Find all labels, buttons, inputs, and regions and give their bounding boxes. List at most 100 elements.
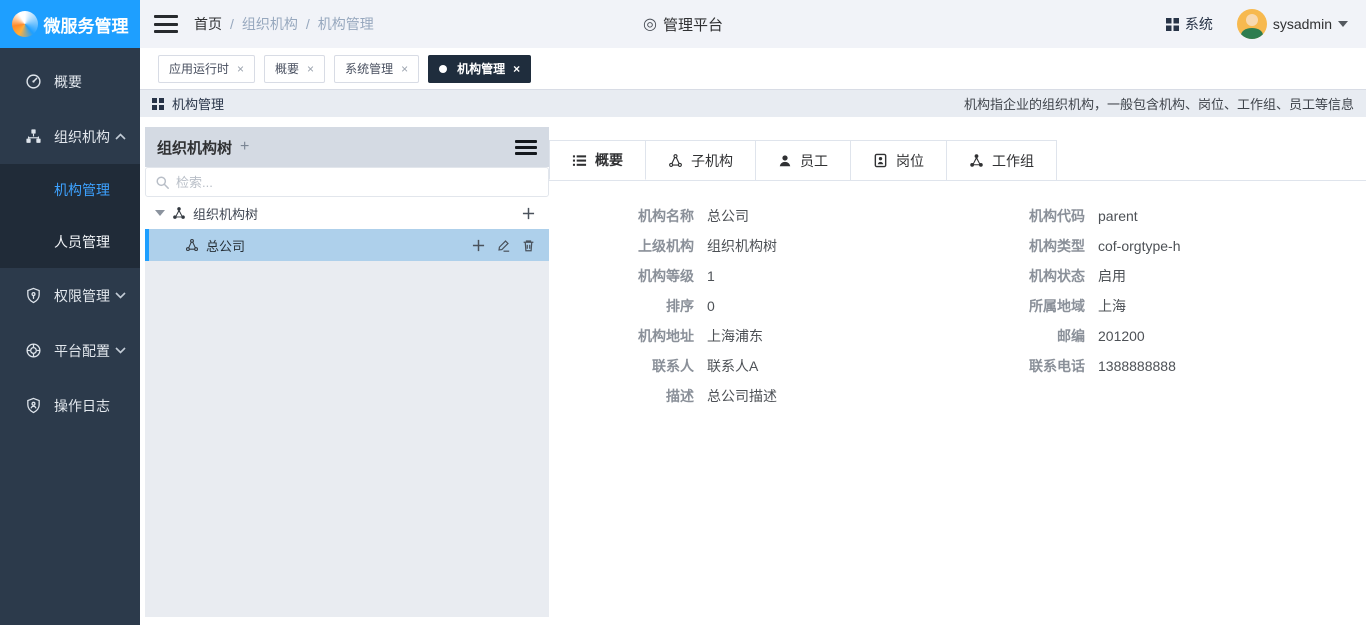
sidebar-item-label: 组织机构	[54, 127, 110, 147]
detail-tab-label: 员工	[800, 151, 828, 171]
grid-icon	[1166, 18, 1179, 31]
org-fields: 机构名称总公司 上级机构组织机构树 机构等级1 排序0 机构地址上海浦东 联系人…	[549, 181, 1366, 411]
org-icon	[668, 153, 683, 168]
tab-org-management[interactable]: 机构管理 ×	[428, 55, 531, 83]
field-value: 总公司	[707, 206, 749, 226]
detail-tabs: 概要 子机构 员工 岗位	[549, 140, 1366, 181]
breadcrumb-level2[interactable]: 机构管理	[318, 14, 374, 34]
system-label: 系统	[1185, 14, 1213, 34]
field-value: 上海	[1098, 296, 1126, 316]
field-label: 上级机构	[574, 236, 694, 256]
breadcrumb-home[interactable]: 首页	[194, 14, 222, 34]
field-value: 联系人A	[707, 356, 758, 376]
close-icon[interactable]: ×	[237, 62, 244, 76]
sidebar-item-platform-config[interactable]: 平台配置	[0, 323, 140, 378]
field-label: 机构名称	[574, 206, 694, 226]
field-value: 组织机构树	[707, 236, 777, 256]
grid-icon	[152, 98, 164, 110]
breadcrumb-level1[interactable]: 组织机构	[242, 14, 298, 34]
sidebar-toggle-icon[interactable]	[154, 15, 178, 33]
field-value: 启用	[1098, 266, 1126, 286]
delete-icon[interactable]	[522, 239, 535, 252]
sidebar-item-org-management[interactable]: 机构管理	[0, 164, 140, 216]
breadcrumb-separator: /	[306, 16, 310, 32]
chevron-up-icon	[115, 133, 126, 140]
tree-node-label: 总公司	[206, 236, 245, 255]
close-icon[interactable]: ×	[401, 62, 408, 76]
detail-tab-employees[interactable]: 员工	[756, 140, 851, 180]
header-right: 系统 sysadmin	[1166, 9, 1366, 39]
tab-label: 应用运行时	[169, 60, 229, 77]
field-row: 机构状态启用	[965, 261, 1356, 291]
tab-app-runtime[interactable]: 应用运行时 ×	[158, 55, 255, 83]
system-menu[interactable]: 系统	[1166, 14, 1213, 34]
field-row: 机构类型cof-orgtype-h	[965, 231, 1356, 261]
field-label: 排序	[574, 296, 694, 316]
page-title: 机构管理	[172, 94, 224, 113]
detail-tab-suborgs[interactable]: 子机构	[646, 140, 756, 180]
detail-tab-label: 概要	[595, 150, 623, 170]
chevron-down-icon	[1338, 21, 1348, 27]
tree-node-label: 组织机构树	[193, 204, 258, 223]
detail-tab-label: 工作组	[992, 151, 1034, 171]
tree-search[interactable]	[145, 167, 549, 197]
search-input[interactable]	[176, 175, 538, 190]
sidebar-submenu-organization: 机构管理 人员管理	[0, 164, 140, 268]
sidebar-subitem-label: 人员管理	[54, 232, 110, 252]
sidebar-subitem-label: 机构管理	[54, 180, 110, 200]
sidebar-item-permissions[interactable]: 权限管理	[0, 268, 140, 323]
field-value: 总公司描述	[707, 386, 777, 406]
field-value: cof-orgtype-h	[1098, 238, 1180, 254]
tab-overview[interactable]: 概要 ×	[264, 55, 325, 83]
platform-switcher[interactable]: ◎ 管理平台	[643, 0, 723, 48]
app-title: 微服务管理	[44, 12, 129, 37]
field-label: 机构等级	[574, 266, 694, 286]
edit-icon[interactable]	[497, 239, 510, 252]
detail-tab-overview[interactable]: 概要	[549, 140, 646, 180]
platform-title: 管理平台	[663, 14, 723, 35]
add-root-icon[interactable]: +	[240, 138, 249, 156]
close-icon[interactable]: ×	[513, 62, 520, 76]
field-row: 机构等级1	[574, 261, 965, 291]
chevron-down-icon	[115, 292, 126, 299]
avatar	[1237, 9, 1267, 39]
tab-system-management[interactable]: 系统管理 ×	[334, 55, 419, 83]
add-node-icon[interactable]	[472, 239, 485, 252]
field-label: 机构状态	[965, 266, 1085, 286]
field-row: 联系电话1388888888	[965, 351, 1356, 381]
breadcrumb: 首页 / 组织机构 / 机构管理	[194, 14, 374, 34]
sidebar-item-organization[interactable]: 组织机构	[0, 109, 140, 164]
detail-tab-label: 岗位	[896, 151, 924, 171]
sidebar-item-label: 权限管理	[54, 286, 110, 306]
expander-caret-icon[interactable]	[155, 210, 165, 216]
detail-tab-positions[interactable]: 岗位	[851, 140, 947, 180]
user-menu[interactable]: sysadmin	[1237, 9, 1348, 39]
tab-label: 系统管理	[345, 60, 393, 77]
field-label: 描述	[574, 386, 694, 406]
field-row: 上级机构组织机构树	[574, 231, 965, 261]
tree-node-headquarters[interactable]: 总公司	[145, 229, 549, 261]
field-label: 联系人	[574, 356, 694, 376]
field-row: 机构名称总公司	[574, 201, 965, 231]
field-row: 机构地址上海浦东	[574, 321, 965, 351]
breadcrumb-separator: /	[230, 16, 234, 32]
badge-icon	[873, 153, 888, 168]
sidebar-nav: 概要 组织机构 机构管理 人员管理 权限管理	[0, 48, 140, 625]
field-label: 邮编	[965, 326, 1085, 346]
search-icon	[156, 176, 169, 189]
sidebar-item-personnel-management[interactable]: 人员管理	[0, 216, 140, 268]
panel-menu-icon[interactable]	[515, 140, 537, 155]
add-node-icon[interactable]	[522, 207, 535, 220]
close-icon[interactable]: ×	[307, 62, 314, 76]
tree-node-root[interactable]: 组织机构树	[145, 197, 549, 229]
sidebar-item-overview[interactable]: 概要	[0, 54, 140, 109]
sidebar-item-audit-log[interactable]: 操作日志	[0, 378, 140, 433]
app-logo: 微服务管理	[0, 0, 140, 48]
org-tree-panel: 组织机构树 + 组织机构树	[145, 127, 549, 617]
detail-tab-workgroups[interactable]: 工作组	[947, 140, 1057, 180]
field-row: 联系人联系人A	[574, 351, 965, 381]
audit-icon	[25, 397, 42, 414]
list-icon	[572, 153, 587, 168]
field-label: 机构代码	[965, 206, 1085, 226]
field-value: 201200	[1098, 328, 1145, 344]
